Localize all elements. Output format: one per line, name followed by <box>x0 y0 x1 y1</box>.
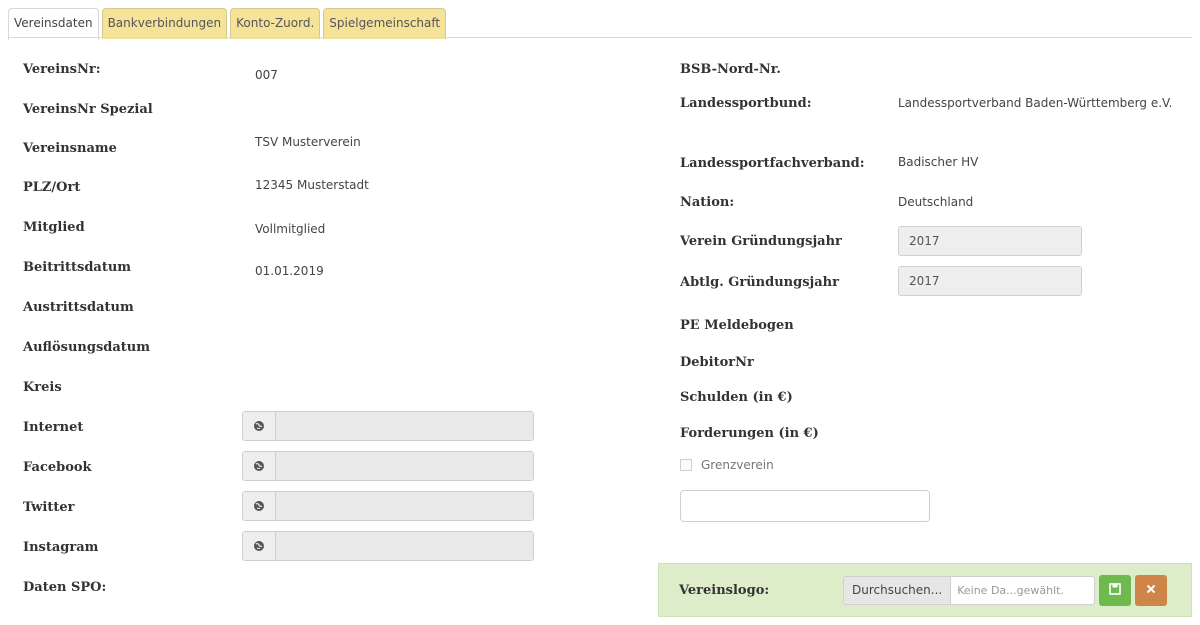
close-icon <box>1146 583 1156 598</box>
vereinsnr-value: 007 <box>255 68 278 82</box>
beitrittsdatum-label: Beitrittsdatum <box>23 260 132 275</box>
daten-spo-label: Daten SPO: <box>23 580 107 595</box>
globe-icon <box>243 532 276 560</box>
mitglied-label: Mitglied <box>23 220 85 235</box>
twitter-label: Twitter <box>23 500 75 515</box>
grenzverein-input[interactable] <box>680 490 930 522</box>
internet-input[interactable] <box>276 412 533 440</box>
save-icon <box>1109 582 1121 599</box>
tab-bar: Vereinsdaten Bankverbindungen Konto-Zuor… <box>8 8 447 40</box>
beitrittsdatum-value: 01.01.2019 <box>255 264 324 278</box>
plz-ort-value: 12345 Musterstadt <box>255 178 369 192</box>
schulden-label: Schulden (in €) <box>680 390 793 405</box>
save-button[interactable] <box>1099 575 1131 606</box>
file-input[interactable]: Durchsuchen... Keine Da...gewählt. <box>843 576 1095 605</box>
browse-button[interactable]: Durchsuchen... <box>844 577 952 604</box>
globe-icon <box>243 452 276 480</box>
bsb-nord-nr-label: BSB-Nord-Nr. <box>680 62 781 77</box>
facebook-label: Facebook <box>23 460 92 475</box>
mitglied-value: Vollmitglied <box>255 222 326 236</box>
tab-bankverbindungen[interactable]: Bankverbindungen <box>101 8 228 39</box>
vereinsname-label: Vereinsname <box>23 141 117 156</box>
austrittsdatum-label: Austrittsdatum <box>23 300 134 315</box>
instagram-input[interactable] <box>276 532 533 560</box>
file-name-placeholder: Keine Da...gewählt. <box>957 584 1064 597</box>
twitter-input[interactable] <box>276 492 533 520</box>
nation-value: Deutschland <box>898 195 974 209</box>
vereinsnr-label: VereinsNr: <box>23 62 101 77</box>
landessportbund-label: Landessportbund: <box>680 96 812 111</box>
vereinsnr-spezial-label: VereinsNr Spezial <box>23 102 153 117</box>
aufloesungsdatum-label: Auflösungsdatum <box>23 340 151 355</box>
abtlg-gruendungsjahr-label: Abtlg. Gründungsjahr <box>680 275 839 290</box>
verein-gruendungsjahr-label: Verein Gründungsjahr <box>680 234 842 249</box>
kreis-label: Kreis <box>23 380 62 395</box>
facebook-input[interactable] <box>276 452 533 480</box>
tab-vereinsdaten[interactable]: Vereinsdaten <box>8 8 99 40</box>
twitter-input-group <box>242 491 534 521</box>
vereinsname-value: TSV Musterverein <box>255 135 361 149</box>
internet-label: Internet <box>23 420 84 435</box>
instagram-input-group <box>242 531 534 561</box>
vereinslogo-panel: Vereinslogo: Durchsuchen... Keine Da...g… <box>658 563 1192 617</box>
verein-gruendungsjahr-field: 2017 <box>898 226 1082 256</box>
nation-label: Nation: <box>680 195 735 210</box>
vereinslogo-label: Vereinslogo: <box>679 583 770 598</box>
grenzverein-label: Grenzverein <box>701 458 774 472</box>
landessportbund-value: Landessportverband Baden-Württemberg e.V… <box>898 96 1173 110</box>
abtlg-gruendungsjahr-field: 2017 <box>898 266 1082 296</box>
instagram-label: Instagram <box>23 540 99 555</box>
globe-icon <box>243 412 276 440</box>
tab-konto-zuord[interactable]: Konto-Zuord. <box>230 8 321 39</box>
facebook-input-group <box>242 451 534 481</box>
tab-spielgemeinschaft[interactable]: Spielgemeinschaft <box>323 8 447 39</box>
landessportfachverband-label: Landessportfachverband: <box>680 156 865 171</box>
globe-icon <box>243 492 276 520</box>
cancel-button[interactable] <box>1135 575 1167 606</box>
plz-ort-label: PLZ/Ort <box>23 180 81 195</box>
debitornr-label: DebitorNr <box>680 355 754 370</box>
tab-divider <box>8 37 1192 38</box>
landessportfachverband-value: Badischer HV <box>898 155 979 169</box>
pe-meldebogen-label: PE Meldebogen <box>680 318 794 333</box>
forderungen-label: Forderungen (in €) <box>680 426 819 441</box>
grenzverein-checkbox-row[interactable]: Grenzverein <box>680 458 774 472</box>
internet-input-group <box>242 411 534 441</box>
grenzverein-checkbox[interactable] <box>680 459 692 471</box>
